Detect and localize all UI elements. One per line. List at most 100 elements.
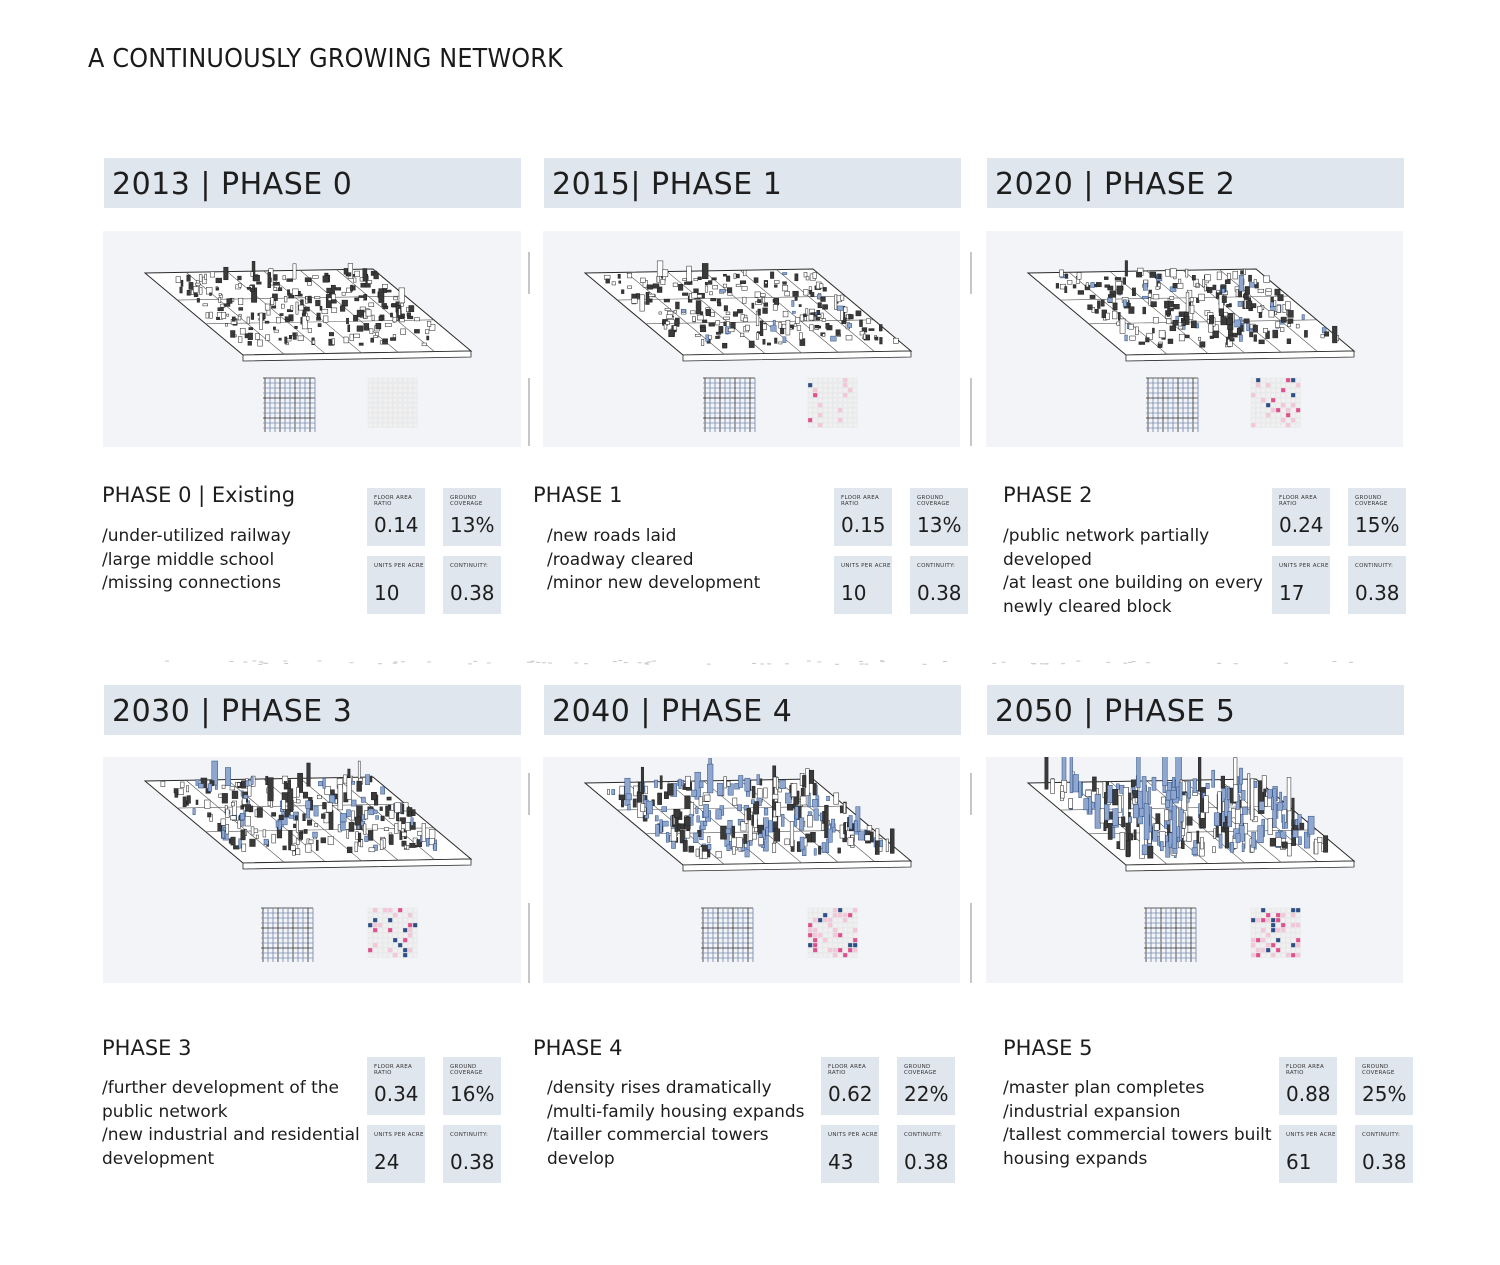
building: [1301, 314, 1305, 320]
artifact-mark: [835, 663, 839, 665]
mosaic-cell: [847, 927, 853, 933]
building: [698, 780, 704, 788]
building: [745, 324, 750, 331]
mosaic-cell: [847, 952, 853, 958]
building: [812, 782, 817, 796]
building: [1250, 778, 1255, 821]
building: [414, 317, 420, 322]
mosaic-cell: [1260, 377, 1266, 383]
building: [746, 841, 750, 851]
mosaic-cell: [1295, 412, 1301, 418]
building: [380, 786, 385, 795]
building: [356, 780, 362, 792]
mosaic-cell: [1270, 922, 1276, 928]
building: [217, 307, 224, 312]
mosaic-cell: [1295, 407, 1301, 413]
building: [245, 804, 252, 812]
mosaic-cell: [367, 407, 373, 413]
artifact-mark: [612, 661, 617, 663]
building: [363, 823, 367, 835]
mosaic-cell: [1290, 417, 1296, 423]
building: [331, 299, 337, 304]
mosaic-cell: [842, 907, 848, 913]
artifact-mark: [317, 660, 322, 662]
artifact-mark: [229, 661, 234, 662]
mosaic-cell: [397, 922, 403, 928]
building: [684, 816, 691, 826]
building: [209, 311, 213, 319]
mosaic-cell: [387, 947, 393, 953]
building: [1272, 329, 1279, 339]
building: [1227, 272, 1231, 280]
mosaic-cell: [397, 392, 403, 398]
building: [371, 289, 376, 294]
mosaic-cell: [812, 382, 818, 388]
mosaic-cell: [1260, 922, 1266, 928]
mosaic-cell: [832, 932, 838, 938]
building: [760, 293, 766, 297]
building: [678, 778, 682, 789]
mosaic-cell: [392, 417, 398, 423]
building: [226, 313, 230, 317]
building: [237, 782, 241, 787]
building: [1112, 310, 1118, 320]
mosaic-cell: [822, 422, 828, 428]
building: [1114, 277, 1122, 281]
building: [400, 328, 406, 335]
building: [868, 328, 875, 331]
building: [1157, 343, 1163, 348]
building: [182, 796, 187, 808]
artifact-mark: [864, 663, 869, 665]
building: [627, 272, 632, 279]
building: [1083, 798, 1090, 811]
artifact-mark: [785, 663, 789, 665]
building: [762, 297, 766, 304]
mosaic-cell: [397, 417, 403, 423]
building: [774, 828, 781, 842]
building: [1077, 290, 1084, 295]
mosaic-cell: [372, 387, 378, 393]
building: [739, 280, 747, 284]
mosaic-cell: [812, 407, 818, 413]
mosaic-cell: [382, 422, 388, 428]
separator: [970, 378, 972, 446]
mosaic-cell: [367, 397, 373, 403]
building: [772, 809, 777, 818]
building: [241, 780, 246, 789]
building: [1252, 324, 1258, 333]
mosaic-cell: [832, 942, 838, 948]
building: [666, 314, 673, 319]
building: [728, 327, 735, 333]
building: [304, 277, 312, 283]
building: [1203, 795, 1209, 814]
building: [707, 836, 711, 844]
building: [1178, 311, 1185, 317]
mosaic-cell: [817, 912, 823, 918]
building: [631, 293, 637, 299]
mosaic-cell: [1265, 932, 1271, 938]
building: [772, 816, 778, 822]
mosaic-cell: [1275, 402, 1281, 408]
building: [362, 268, 368, 282]
building: [1044, 757, 1049, 790]
mosaic-cell: [392, 907, 398, 913]
building: [1287, 310, 1294, 318]
mosaic-cell: [392, 912, 398, 918]
artifact-mark: [767, 663, 772, 665]
phase-4-title: PHASE 4: [533, 1036, 623, 1060]
building: [1257, 825, 1264, 843]
mosaic-cell: [397, 407, 403, 413]
mosaic-cell: [1275, 422, 1281, 428]
building: [328, 794, 335, 804]
mosaic-cell: [817, 397, 823, 403]
mosaic-cell: [1265, 422, 1271, 428]
building: [1200, 812, 1206, 819]
building: [207, 783, 213, 792]
building: [364, 835, 369, 842]
mosaic-cell: [402, 917, 408, 923]
mosaic-cell: [397, 942, 403, 948]
building: [655, 824, 660, 837]
building: [695, 300, 702, 315]
building: [351, 810, 355, 821]
building: [1178, 325, 1183, 330]
